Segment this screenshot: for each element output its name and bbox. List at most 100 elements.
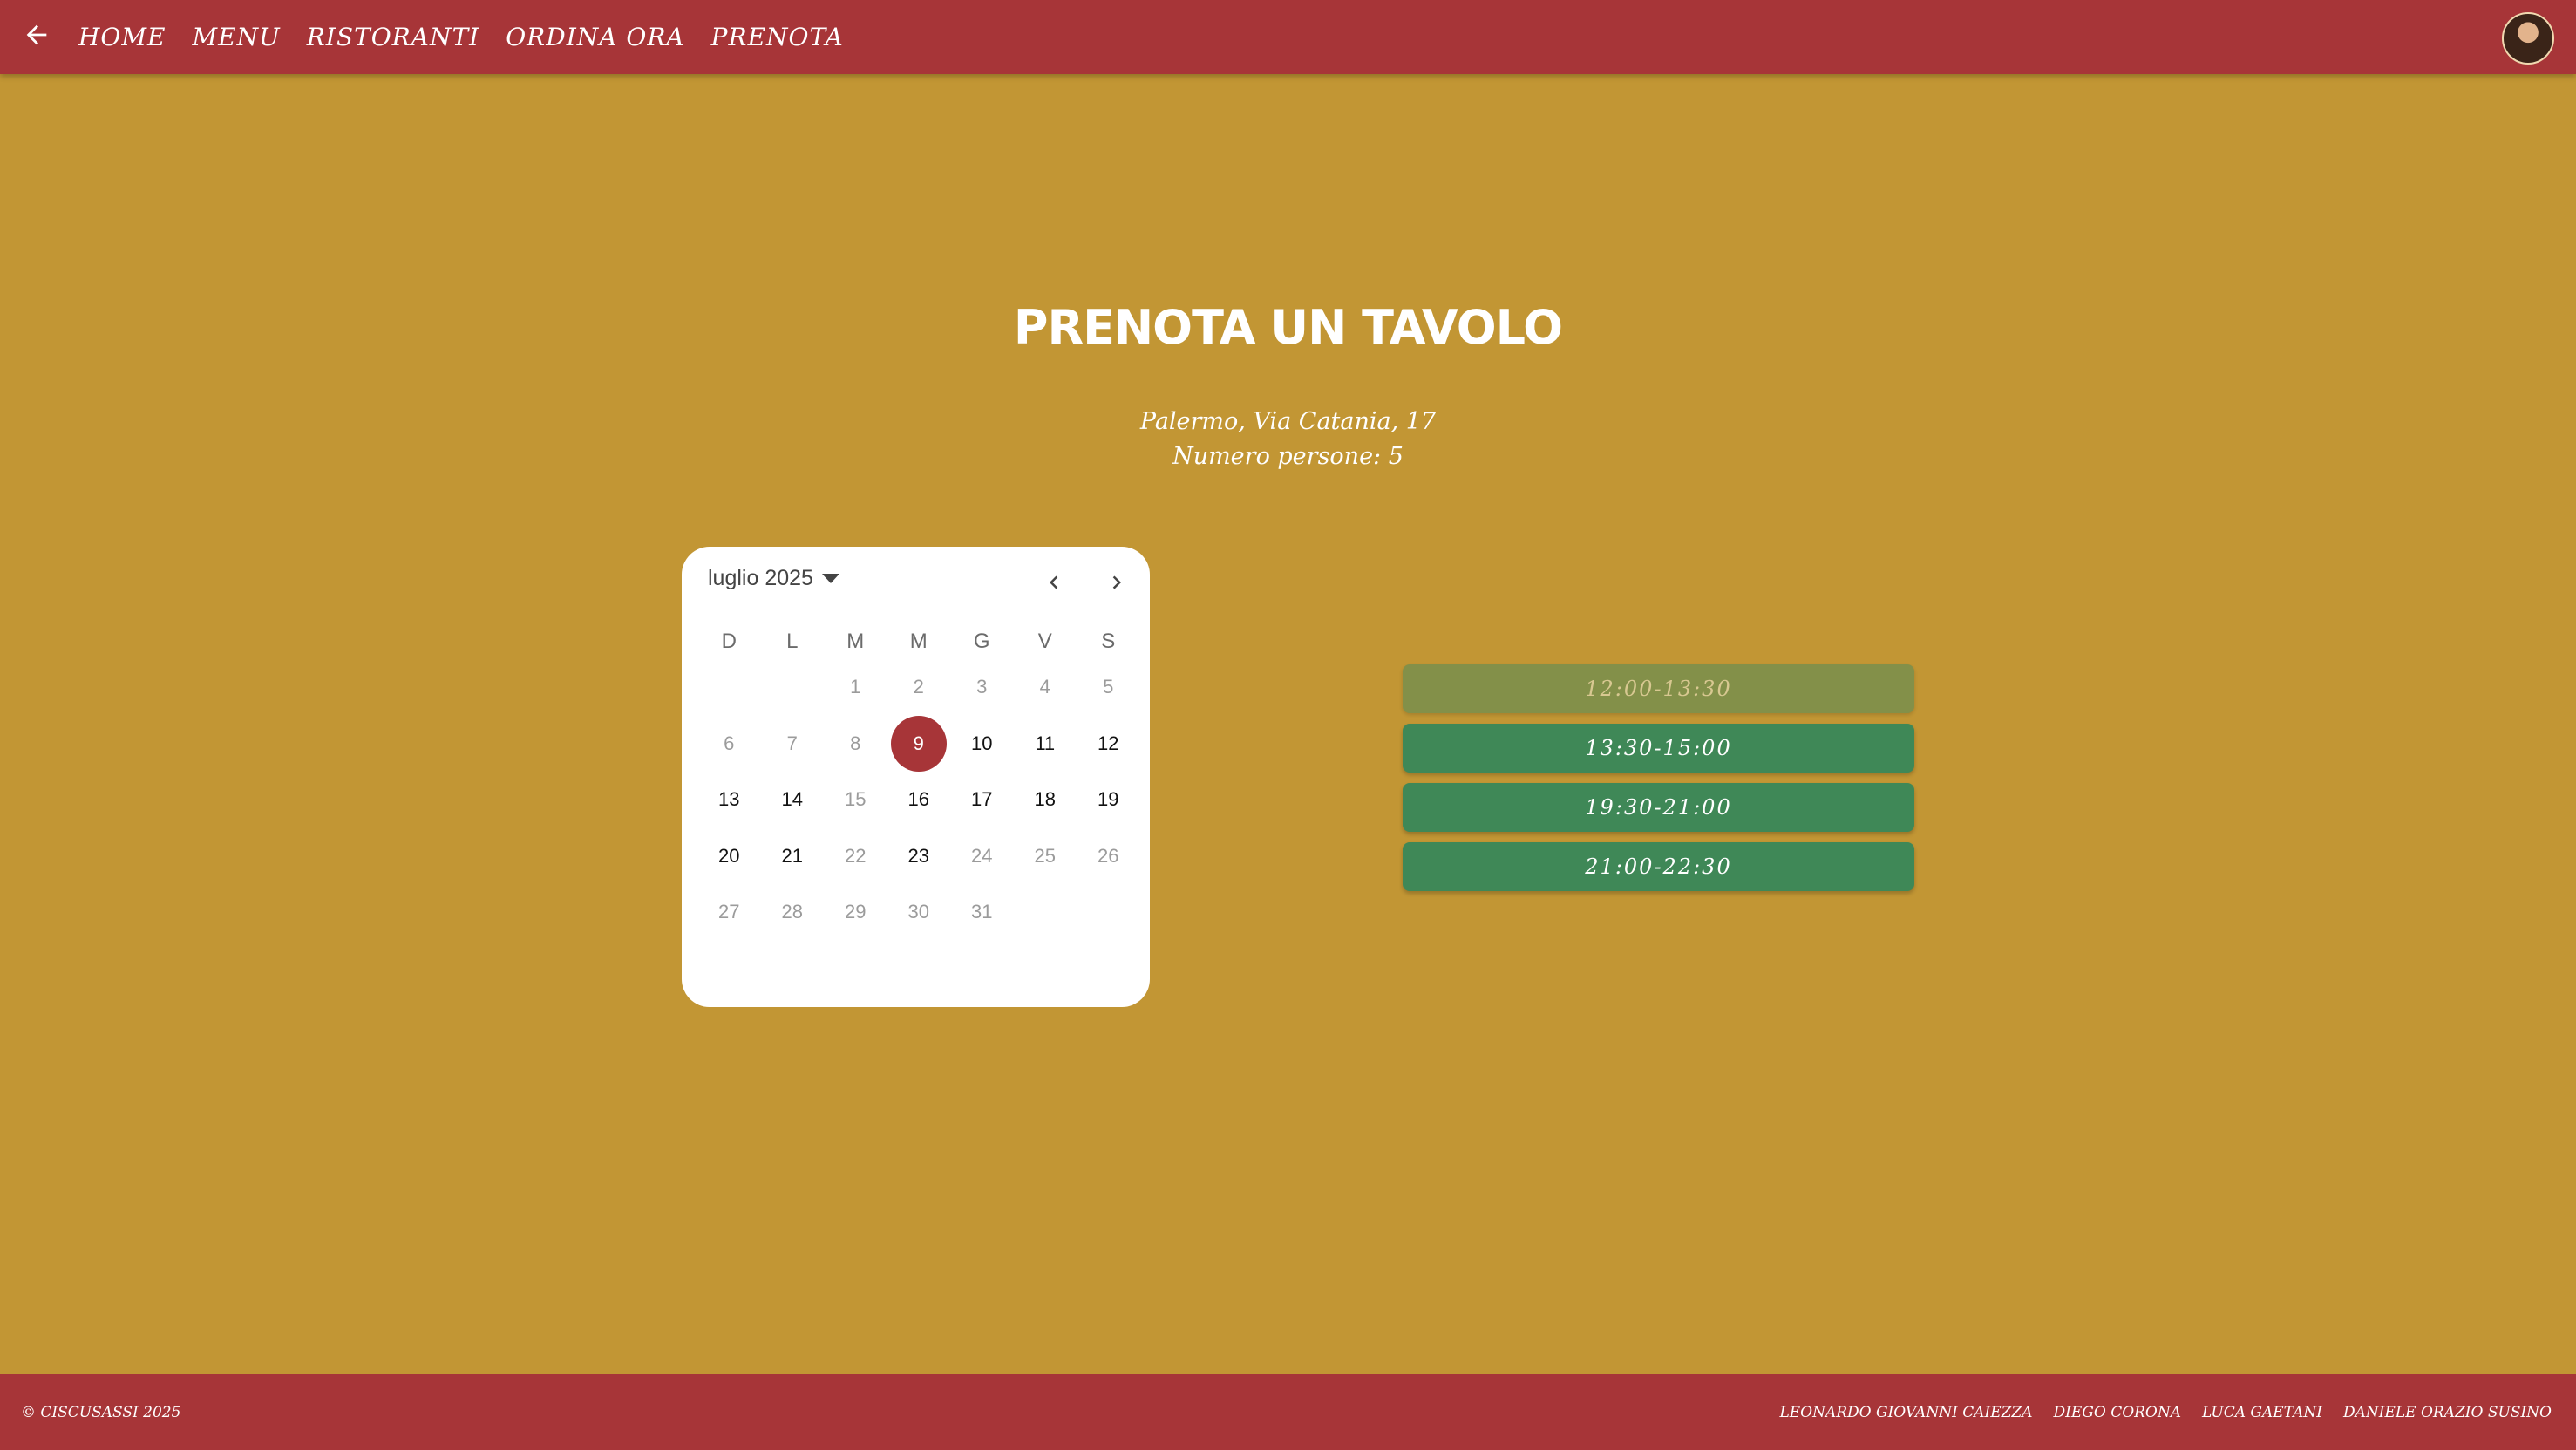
footer: © CISCUSASSI 2025 LEONARDO GIOVANNI CAIE… xyxy=(0,1374,2576,1450)
calendar-day-selected[interactable]: 9 xyxy=(887,715,951,773)
calendar-day: 22 xyxy=(824,828,887,885)
time-slot-list: 12:00-13:30 13:30-15:00 19:30-21:00 21:0… xyxy=(1403,664,1914,902)
calendar-day[interactable]: 17 xyxy=(950,772,1014,828)
calendar-day-number: 25 xyxy=(1034,844,1056,867)
calendar-empty-cell xyxy=(1014,884,1077,941)
arrow-left-icon xyxy=(22,20,51,54)
calendar-day-number: 6 xyxy=(724,732,735,754)
calendar-empty-cell xyxy=(761,659,825,716)
calendar-day[interactable]: 12 xyxy=(1077,716,1140,773)
user-avatar[interactable] xyxy=(2502,12,2554,65)
calendar-week-row: 27 28 29 30 31 xyxy=(697,884,1140,941)
nav-ristoranti[interactable]: RISTORANTI xyxy=(307,23,480,51)
calendar-week-row: 6 7 8 9 10 11 12 xyxy=(697,715,1140,773)
calendar-day: 7 xyxy=(761,716,825,773)
caret-down-icon xyxy=(821,574,839,583)
nav-prenota[interactable]: PRENOTA xyxy=(711,23,844,51)
nav-home[interactable]: HOME xyxy=(78,23,166,51)
calendar-day-number: 24 xyxy=(971,844,993,867)
time-slot-button: 12:00-13:30 xyxy=(1403,664,1914,713)
calendar-day: 8 xyxy=(824,716,887,773)
calendar-week-row: 20 21 22 23 24 25 26 xyxy=(697,828,1140,885)
calendar-day: 6 xyxy=(697,716,761,773)
top-navbar: HOME MENU RISTORANTI ORDINA ORA PRENOTA xyxy=(0,0,2576,74)
copyright: © CISCUSASSI 2025 xyxy=(21,1403,181,1421)
calendar-day-number: 28 xyxy=(781,901,803,923)
calendar-grid: 1 2 3 4 5 6 7 8 9 10 11 12 13 14 15 16 17 18 19 20 21 22 23 24 2… xyxy=(697,659,1140,941)
calendar-day[interactable]: 14 xyxy=(761,772,825,828)
calendar-day: 25 xyxy=(1014,828,1077,885)
weekday-label: D xyxy=(721,630,737,653)
calendar-day: 31 xyxy=(950,884,1014,941)
main-nav: HOME MENU RISTORANTI ORDINA ORA PRENOTA xyxy=(78,0,870,74)
calendar-day[interactable]: 21 xyxy=(761,828,825,885)
weekday-label: L xyxy=(786,630,799,653)
chevron-right-icon xyxy=(1104,569,1130,600)
calendar-day-number: 2 xyxy=(913,676,924,698)
calendar-day-number: 29 xyxy=(845,901,867,923)
author-link[interactable]: LUCA GAETANI xyxy=(2202,1404,2322,1421)
calendar-day: 24 xyxy=(950,828,1014,885)
date-picker: luglio 2025 D L M M G V S 1 2 3 4 5 6 7 8 9 10 11 1… xyxy=(682,547,1150,1007)
calendar-day-number: 11 xyxy=(1035,732,1056,754)
weekday-label: S xyxy=(1101,630,1116,653)
author-link[interactable]: DIEGO CORONA xyxy=(2054,1404,2182,1421)
time-slot-button[interactable]: 13:30-15:00 xyxy=(1403,724,1914,773)
calendar-day-number: 18 xyxy=(1034,788,1056,811)
calendar-day-number: 20 xyxy=(718,844,740,867)
calendar-day: 4 xyxy=(1014,659,1077,716)
calendar-day: 5 xyxy=(1077,659,1140,716)
weekday-label: V xyxy=(1037,630,1052,653)
weekday-label: M xyxy=(909,630,928,653)
author-link[interactable]: LEONARDO GIOVANNI CAIEZZA xyxy=(1779,1404,2032,1421)
calendar-day[interactable]: 10 xyxy=(950,716,1014,773)
calendar-day-number: 9 xyxy=(890,715,947,772)
calendar-day[interactable]: 23 xyxy=(887,828,951,885)
nav-menu[interactable]: MENU xyxy=(192,23,280,51)
calendar-day-number: 8 xyxy=(850,732,861,754)
calendar-week-row: 1 2 3 4 5 xyxy=(697,659,1140,716)
calendar-day[interactable]: 16 xyxy=(887,772,951,828)
next-month-button[interactable] xyxy=(1097,564,1137,604)
calendar-day: 27 xyxy=(697,884,761,941)
calendar-day: 3 xyxy=(950,659,1014,716)
calendar-day: 15 xyxy=(824,772,887,828)
calendar-day: 26 xyxy=(1077,828,1140,885)
calendar-day[interactable]: 11 xyxy=(1014,716,1077,773)
back-button[interactable] xyxy=(16,16,58,58)
calendar-week-row: 13 14 15 16 17 18 19 xyxy=(697,772,1140,828)
time-slot-button[interactable]: 21:00-22:30 xyxy=(1403,842,1914,891)
calendar-day-number: 27 xyxy=(718,901,740,923)
previous-month-button[interactable] xyxy=(1034,564,1074,604)
weekday-label: G xyxy=(973,630,990,653)
month-year-selector[interactable]: luglio 2025 xyxy=(708,566,839,591)
chevron-left-icon xyxy=(1041,569,1067,600)
calendar-day-number: 23 xyxy=(907,844,929,867)
nav-ordina-ora[interactable]: ORDINA ORA xyxy=(506,23,684,51)
calendar-day[interactable]: 20 xyxy=(697,828,761,885)
calendar-day: 30 xyxy=(887,884,951,941)
calendar-day: 28 xyxy=(761,884,825,941)
calendar-day-number: 12 xyxy=(1098,732,1119,754)
weekday-header: D L M M G V S xyxy=(697,630,1140,654)
calendar-day-number: 26 xyxy=(1098,844,1119,867)
page-title: PRENOTA UN TAVOLO xyxy=(1013,300,1563,355)
calendar-day-number: 4 xyxy=(1039,676,1050,698)
author-link[interactable]: DANIELE ORAZIO SUSINO xyxy=(2343,1404,2552,1421)
time-slot-button[interactable]: 19:30-21:00 xyxy=(1403,783,1914,832)
calendar-day-number: 3 xyxy=(976,676,988,698)
calendar-day[interactable]: 19 xyxy=(1077,772,1140,828)
calendar-day[interactable]: 13 xyxy=(697,772,761,828)
calendar-day-number: 7 xyxy=(786,732,798,754)
calendar-day: 1 xyxy=(824,659,887,716)
calendar-day-number: 21 xyxy=(781,844,803,867)
calendar-day-number: 15 xyxy=(845,788,867,811)
calendar-empty-cell xyxy=(1077,884,1140,941)
calendar-day[interactable]: 18 xyxy=(1014,772,1077,828)
month-label: luglio 2025 xyxy=(708,566,813,590)
calendar-day-number: 5 xyxy=(1103,676,1114,698)
calendar-empty-cell xyxy=(697,659,761,716)
calendar-day-number: 14 xyxy=(781,788,803,811)
people-count: Numero persone: 5 xyxy=(1172,443,1404,470)
calendar-day-number: 10 xyxy=(971,732,993,754)
